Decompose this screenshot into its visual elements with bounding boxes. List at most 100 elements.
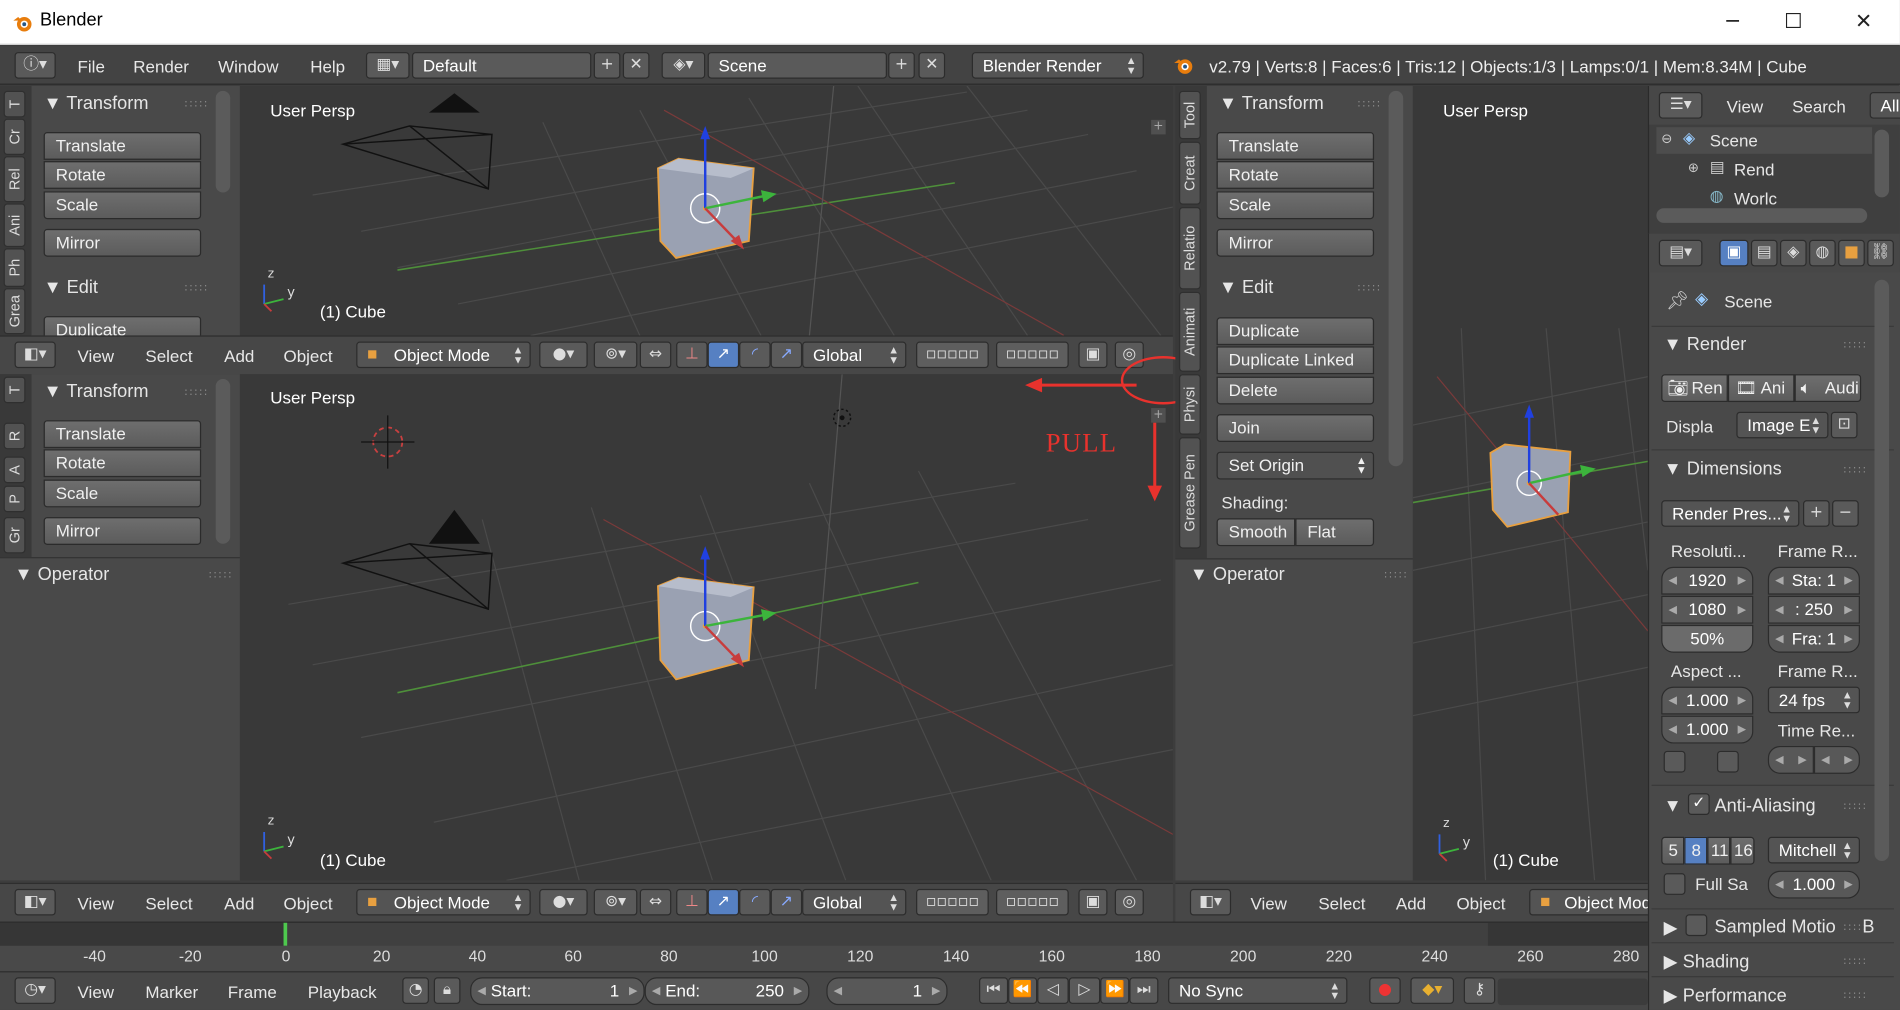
- edit-panel-header[interactable]: ▼ Edit: [44, 277, 98, 298]
- panel-grip-icon[interactable]: :::::: [1384, 569, 1408, 581]
- crop-checkbox[interactable]: [1716, 750, 1739, 773]
- tab-tools[interactable]: T: [3, 376, 26, 404]
- layers-grid-a[interactable]: ▫▫▫▫▫: [916, 341, 989, 369]
- end-frame-field[interactable]: ◀ End: 250 ▶: [644, 977, 810, 1006]
- panel-scrollbar[interactable]: [215, 379, 231, 544]
- border-checkbox[interactable]: [1663, 750, 1686, 773]
- editor-type-timeline-button[interactable]: ◷▾: [14, 977, 56, 1004]
- menu-add[interactable]: Add: [224, 894, 254, 913]
- mode-dropdown[interactable]: ■ Object Mode ▲ ▼: [356, 888, 531, 916]
- menu-view[interactable]: View: [1250, 894, 1286, 913]
- pivot-point-button[interactable]: ⊚▾: [593, 341, 638, 369]
- menu-window[interactable]: Window: [218, 57, 278, 76]
- set-origin-dropdown[interactable]: Set Origin ▲ ▼: [1216, 451, 1375, 480]
- toggle-properties-plus-icon[interactable]: +: [1151, 408, 1166, 423]
- duplicate-linked-button[interactable]: Duplicate Linked: [1216, 346, 1375, 375]
- outliner-vscrollbar[interactable]: [1874, 129, 1890, 198]
- jump-keyframe-forward-icon[interactable]: ⏩: [1100, 977, 1130, 1004]
- sampled-motion-blur-checkbox[interactable]: [1685, 914, 1708, 937]
- timeline-menu-view[interactable]: View: [78, 982, 114, 1001]
- operator-panel-header[interactable]: ▼ Operator: [15, 564, 110, 585]
- screen-layout-button[interactable]: ▦▾: [365, 52, 410, 79]
- lock-frame-icon[interactable]: 🔒︎: [433, 977, 461, 1004]
- frame-end-field[interactable]: ◀: 250 ▶: [1767, 595, 1860, 624]
- render-engine-dropdown[interactable]: Blender Render ▲ ▼: [971, 52, 1144, 79]
- render-presets-dropdown[interactable]: Render Pres... ▲ ▼: [1661, 500, 1800, 527]
- rotate-manipulator-button[interactable]: ◜: [739, 888, 771, 916]
- pin-icon[interactable]: 📌︎: [1666, 289, 1689, 311]
- timeline[interactable]: -40 -20 0 20 40 60 80 100 120 140 160 180 200 220 240 2…: [0, 921, 1648, 972]
- pivot-point-button[interactable]: ⊚▾: [593, 888, 638, 916]
- timeline-menu-playback[interactable]: Playback: [308, 982, 377, 1001]
- jump-keyframe-back-icon[interactable]: ⏪: [1008, 977, 1038, 1004]
- dimensions-panel-header[interactable]: ▼ Dimensions: [1664, 459, 1782, 480]
- aspect-y-field[interactable]: ◀ 1.000 ▶: [1661, 715, 1754, 744]
- resolution-x-field[interactable]: ◀ 1920 ▶: [1661, 566, 1754, 595]
- tab-relations[interactable]: Rel: [3, 156, 26, 203]
- panel-grip-icon[interactable]: :::::: [1843, 989, 1867, 1001]
- layers-grid-b[interactable]: ▫▫▫▫▫: [996, 341, 1069, 369]
- operator-panel-header[interactable]: ▼ Operator: [1190, 564, 1285, 585]
- menu-file[interactable]: File: [78, 57, 105, 76]
- panel-grip-icon[interactable]: :::::: [208, 569, 232, 581]
- maximize-button[interactable]: ☐: [1779, 10, 1808, 34]
- aspect-x-field[interactable]: ◀ 1.000 ▶: [1661, 686, 1754, 715]
- mirror-button[interactable]: Mirror: [1216, 228, 1375, 257]
- duplicate-button[interactable]: Duplicate: [1216, 317, 1375, 346]
- lock-interface-icon[interactable]: ⊡: [1830, 411, 1858, 439]
- editor-type-3d-button[interactable]: ◧▾: [1189, 888, 1232, 916]
- translate-button[interactable]: Translate: [43, 131, 202, 160]
- menu-select[interactable]: Select: [1318, 894, 1365, 913]
- tab-create[interactable]: Creat: [1178, 141, 1201, 205]
- outliner-row-scene[interactable]: ⊖ ◈ Scene: [1656, 127, 1873, 154]
- scene-name-field[interactable]: Scene: [707, 52, 887, 79]
- lock-layer-button[interactable]: ▣: [1078, 888, 1108, 916]
- tab-grease-pencil[interactable]: Grease Pen: [1178, 437, 1201, 549]
- join-button[interactable]: Join: [1216, 414, 1375, 443]
- scene-selector-button[interactable]: ◈▾: [661, 52, 706, 79]
- menu-object[interactable]: Object: [284, 346, 333, 365]
- tab-physics[interactable]: Physi: [1178, 374, 1201, 435]
- aa-filter-dropdown[interactable]: Mitchell ▲ ▼: [1767, 836, 1860, 864]
- filter-size-field[interactable]: ◀ 1.000 ▶: [1767, 870, 1860, 899]
- menu-object[interactable]: Object: [1456, 894, 1505, 913]
- manipulator-toggle-button[interactable]: ⇔: [639, 341, 672, 369]
- scene-context-icon[interactable]: ◈: [1779, 239, 1807, 267]
- viewport-shading-button[interactable]: ●▾: [539, 888, 588, 916]
- full-sample-checkbox[interactable]: [1663, 873, 1686, 895]
- panel-grip-icon[interactable]: :::::: [1843, 800, 1867, 812]
- jump-start-icon[interactable]: ⏮: [979, 977, 1009, 1004]
- layout-name-field[interactable]: Default: [411, 52, 592, 79]
- time-remap-old-field[interactable]: ◀ ▶: [1767, 745, 1814, 774]
- rotate-button[interactable]: Rotate: [43, 161, 202, 189]
- tab-relations[interactable]: R: [3, 422, 26, 450]
- tab-grease-pencil[interactable]: Gr: [3, 517, 26, 554]
- render-animation-button[interactable]: 🎞︎ Ani: [1727, 374, 1795, 403]
- add-layout-plus-icon[interactable]: +: [593, 52, 621, 79]
- frame-step-field[interactable]: ◀ Fra: 1 ▶: [1767, 624, 1860, 653]
- outliner-menu-view[interactable]: View: [1727, 97, 1763, 116]
- proportional-edit-button[interactable]: ◎: [1114, 888, 1144, 916]
- menu-render[interactable]: Render: [133, 57, 189, 76]
- render-panel-header[interactable]: ▼ Render: [1664, 334, 1747, 355]
- layers-grid-b[interactable]: ▫▫▫▫▫: [996, 888, 1069, 916]
- timeline-menu-marker[interactable]: Marker: [145, 982, 198, 1001]
- tab-relations[interactable]: Relatio: [1178, 207, 1201, 290]
- tab-tools[interactable]: Tool: [1178, 90, 1201, 140]
- play-reverse-icon[interactable]: ◁: [1037, 977, 1069, 1004]
- rotate-button[interactable]: Rotate: [1216, 161, 1375, 189]
- panel-grip-icon[interactable]: :::::: [1843, 464, 1867, 476]
- anti-aliasing-panel-header[interactable]: ▼: [1664, 796, 1682, 817]
- keying-set-field[interactable]: [1497, 978, 1648, 1006]
- aa-samples-5[interactable]: 5: [1661, 836, 1685, 865]
- panel-scrollbar[interactable]: [1388, 90, 1404, 467]
- play-icon[interactable]: ▷: [1068, 977, 1101, 1004]
- keying-set-button[interactable]: ◆▾: [1410, 977, 1455, 1004]
- shade-smooth-button[interactable]: Smooth: [1216, 518, 1296, 547]
- menu-object[interactable]: Object: [284, 894, 333, 913]
- rotate-manipulator-button[interactable]: ◜: [739, 341, 771, 369]
- remove-layout-x-icon[interactable]: ✕: [622, 52, 650, 79]
- start-frame-field[interactable]: ◀ Start: 1 ▶: [470, 977, 645, 1006]
- translate-button[interactable]: Translate: [43, 420, 202, 449]
- transform-panel-header[interactable]: ▼ Transform: [44, 93, 149, 114]
